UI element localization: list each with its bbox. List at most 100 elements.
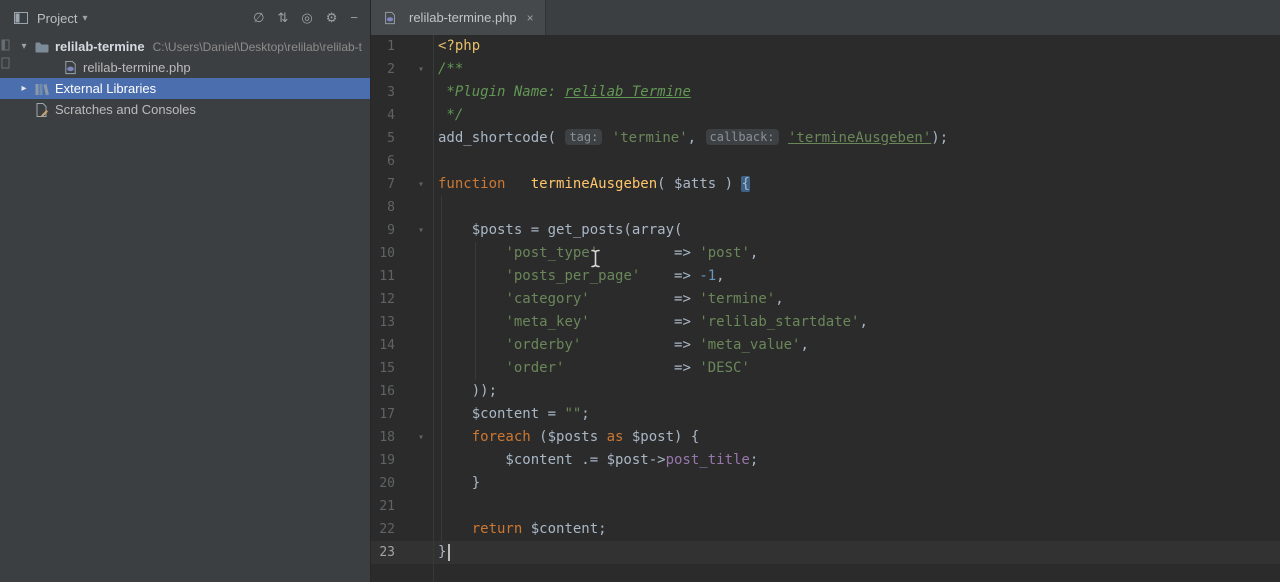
editor-tab[interactable]: relilab-termine.php × [371,0,546,35]
project-panel-title[interactable]: Project [37,11,77,26]
gutter: 7▾ [371,173,434,196]
code-token: $content .= $post-> [438,452,666,468]
code-line-21[interactable]: 21 [371,495,1280,518]
code-line-9[interactable]: 9▾ $posts = get_posts(array( [371,219,1280,242]
parameter-hint-inlay: callback: [706,129,779,145]
code-line-10[interactable]: 10 'post_type' => 'post', [371,242,1280,265]
hide-icon[interactable]: − [350,10,358,26]
code-text: $posts = get_posts(array( [434,219,682,242]
gutter: 9▾ [371,219,434,242]
code-token: => [674,268,699,284]
code-token: => [674,291,699,307]
code-line-12[interactable]: 12 'category' => 'termine', [371,288,1280,311]
code-token: add_shortcode( [438,130,564,146]
code-line-18[interactable]: 18▾ foreach ($posts as $post) { [371,426,1280,449]
locate-icon[interactable]: ◎ [301,10,312,26]
code-token: $content; [522,521,606,537]
code-token [598,245,674,261]
fold-arrow-icon[interactable]: ▾ [418,219,424,242]
code-token: as [607,429,624,445]
gutter: 18▾ [371,426,434,449]
parameter-hint-inlay: tag: [565,129,602,145]
code-line-8[interactable]: 8 [371,196,1280,219]
code-text: )); [434,380,497,403]
settings-icon[interactable]: ⚙ [326,10,338,26]
code-token [438,521,472,537]
code-line-2[interactable]: 2▾/** [371,58,1280,81]
code-text: $content .= $post->post_title; [434,449,758,472]
code-token [438,314,505,330]
code-token: relilab Termine [564,84,690,100]
tree-item-path: C:\Users\Daniel\Desktop\relilab\relilab-… [153,40,362,54]
gutter: 6 [371,150,434,173]
code-token: 'orderby' [505,337,581,353]
line-number: 22 [371,518,395,541]
editor-tab-label: relilab-termine.php [409,10,517,25]
fold-arrow-icon[interactable]: ▾ [418,426,424,449]
code-line-13[interactable]: 13 'meta_key' => 'relilab_startdate', [371,311,1280,334]
tree-item-relilab-termine[interactable]: ▾relilab-termineC:\Users\Daniel\Desktop\… [0,36,370,57]
fold-arrow-icon[interactable]: ▾ [418,58,424,81]
editor-body[interactable]: 1<?php2▾/**3 *Plugin Name: relilab Termi… [371,35,1280,582]
code-line-15[interactable]: 15 'order' => 'DESC' [371,357,1280,380]
chevron-down-icon[interactable]: ▾ [82,13,87,24]
code-token: , [688,130,705,146]
code-line-17[interactable]: 17 $content = ""; [371,403,1280,426]
code-token: => [674,314,699,330]
code-line-5[interactable]: 5add_shortcode( tag: 'termine', callback… [371,127,1280,150]
code-token [438,268,505,284]
gutter: 15 [371,357,434,380]
gutter: 10 [371,242,434,265]
gutter: 2▾ [371,58,434,81]
gutter: 1 [371,35,434,58]
tree-item-label: Scratches and Consoles [55,102,196,117]
tree-chevron-icon[interactable]: ▾ [14,41,34,52]
gutter: 11 [371,265,434,288]
close-icon[interactable]: × [527,11,534,25]
expand-collapse-icon[interactable]: ⇅ [278,10,289,26]
tool-window-stripe-icon[interactable] [1,56,10,74]
code-line-14[interactable]: 14 'orderby' => 'meta_value', [371,334,1280,357]
code-token: => [674,360,699,376]
line-number: 8 [371,196,395,219]
tool-window-stripe-icon[interactable] [1,38,10,56]
code-token: 'meta_key' [505,314,589,330]
library-icon [34,81,50,97]
code-line-1[interactable]: 1<?php [371,35,1280,58]
code-line-23[interactable]: 23} [371,541,1280,564]
code-token: } [438,475,480,491]
code-token: 'relilab_startdate' [699,314,859,330]
code-token: post_title [666,452,750,468]
code-token: 'order' [505,360,564,376]
gutter: 22 [371,518,434,541]
code-line-22[interactable]: 22 return $content; [371,518,1280,541]
code-line-4[interactable]: 4 */ [371,104,1280,127]
project-tool-window-icon [13,10,29,26]
fold-arrow-icon[interactable]: ▾ [418,173,424,196]
folder-icon [34,39,50,55]
line-number: 13 [371,311,395,334]
code-token: )); [438,383,497,399]
code-token: ) [716,176,741,192]
tree-item-external-libraries[interactable]: ▸External Libraries [0,78,370,99]
gutter: 14 [371,334,434,357]
compact-icon[interactable]: ∅ [253,10,264,26]
code-token [438,245,505,261]
code-text: 'meta_key' => 'relilab_startdate', [434,311,868,334]
tree-item-relilab-termine-php[interactable]: relilab-termine.php [0,57,370,78]
gutter: 12 [371,288,434,311]
code-line-19[interactable]: 19 $content .= $post->post_title; [371,449,1280,472]
tree-item-scratches-and-consoles[interactable]: Scratches and Consoles [0,99,370,120]
code-token: -1 [699,268,716,284]
code-line-16[interactable]: 16 )); [371,380,1280,403]
code-text [434,150,438,173]
code-line-11[interactable]: 11 'posts_per_page' => -1, [371,265,1280,288]
line-number: 15 [371,357,395,380]
tree-chevron-icon[interactable]: ▸ [14,83,34,94]
code-token [590,291,674,307]
code-line-6[interactable]: 6 [371,150,1280,173]
code-line-3[interactable]: 3 *Plugin Name: relilab Termine [371,81,1280,104]
code-line-20[interactable]: 20 } [371,472,1280,495]
code-line-7[interactable]: 7▾function termineAusgeben( $atts ) { [371,173,1280,196]
editor-area: relilab-termine.php × 1<?php2▾/**3 *Plug… [371,0,1280,582]
